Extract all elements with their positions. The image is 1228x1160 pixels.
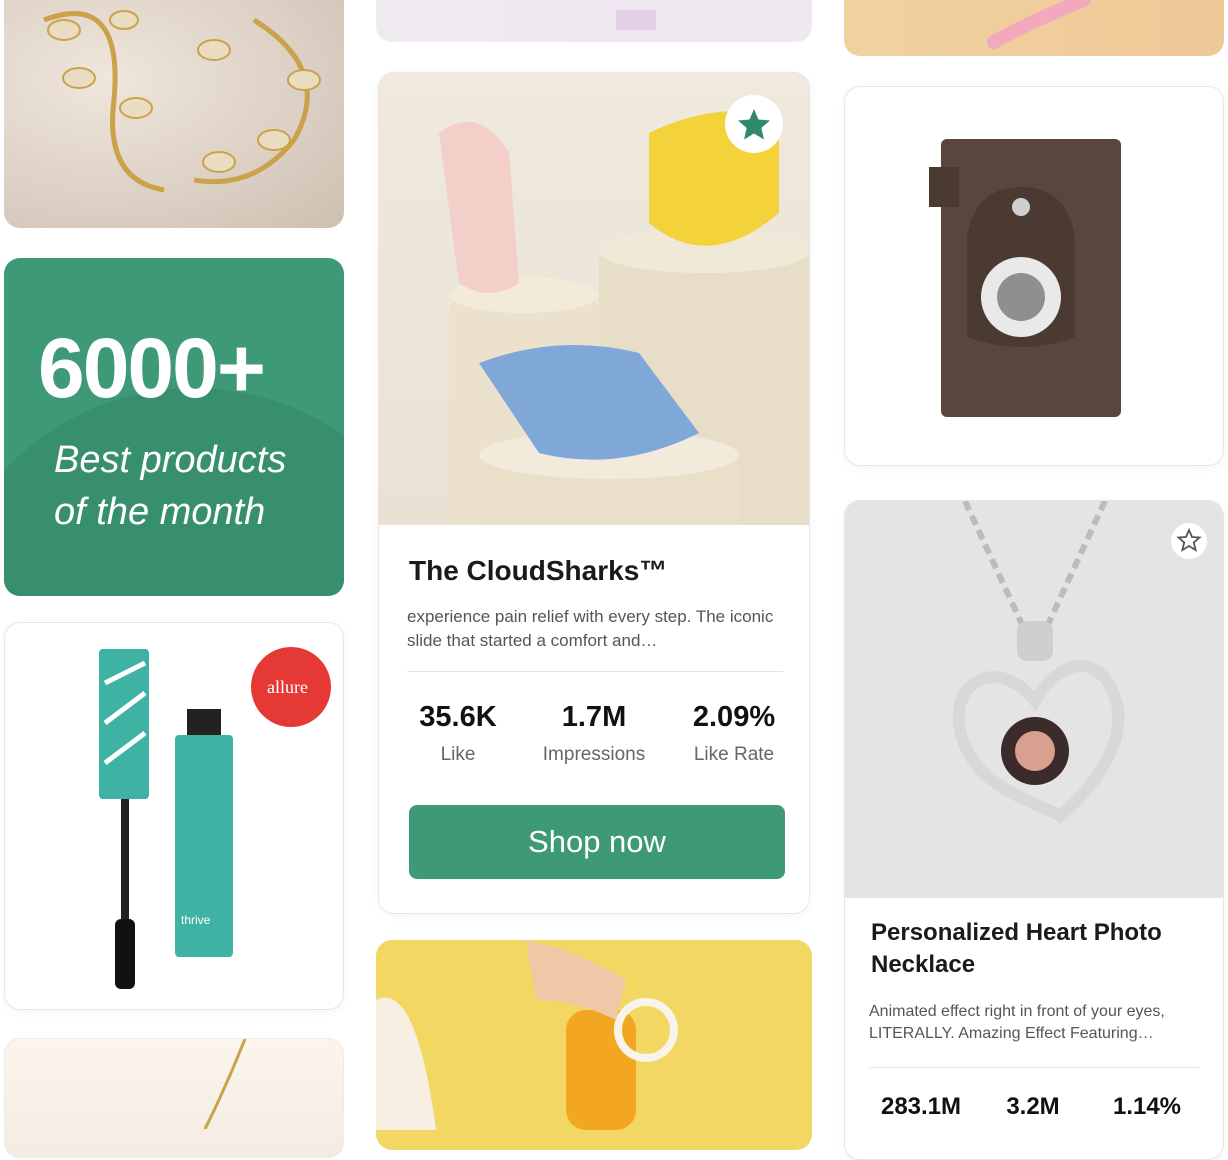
stat-label: Like Rate [693, 744, 775, 765]
stat-value: 3.2M [1006, 1093, 1060, 1120]
shop-now-button[interactable]: Shop now [409, 805, 785, 879]
featured-product-card[interactable]: The CloudSharks™ experience pain relief … [378, 72, 810, 914]
earrings-image [43, 10, 321, 193]
product-card-partial[interactable] [844, 0, 1224, 56]
stat-label: Like [440, 744, 476, 765]
product-title: The CloudSharks™ [409, 555, 668, 586]
stat-impressions: 1.7M Impressions [529, 701, 659, 766]
stat-value: 2.09% [692, 701, 776, 733]
promo-subline-2: of the month [54, 491, 266, 533]
stat-likes: 35.6K Like [407, 701, 509, 766]
product-card-mascara[interactable]: allure thrive [4, 622, 344, 1010]
mascara-brand: thrive [181, 913, 211, 927]
product-description: Animated effect right in front of your e… [869, 1003, 1165, 1042]
divider [869, 1067, 1199, 1068]
promo-subline: Best products of the month [54, 434, 334, 538]
star-outline-icon [1176, 527, 1202, 552]
stat-label: Impressions [542, 744, 646, 765]
favorite-button[interactable] [725, 95, 783, 153]
stat-value: 35.6K [419, 701, 497, 733]
allure-badge-text: allure [267, 677, 308, 697]
wallet-image [929, 139, 1121, 417]
product-card-partial[interactable] [4, 1038, 344, 1158]
product-card-wallet[interactable] [844, 86, 1224, 466]
stat-value: 1.7M [561, 701, 627, 733]
divider [407, 671, 783, 672]
necklace-image [845, 501, 1223, 898]
stat-like-rate: 2.09% Like Rate [679, 701, 789, 766]
product-card-partial[interactable] [376, 0, 812, 42]
promo-headline: 6000+ [38, 321, 266, 415]
product-title: Personalized Heart Photo Necklace [871, 919, 1162, 978]
necklace-illustration [952, 501, 1125, 824]
star-filled-icon [738, 109, 770, 140]
product-card-necklace[interactable]: Personalized Heart Photo Necklace Animat… [844, 500, 1224, 1160]
stat-value: 283.1M [880, 1093, 962, 1120]
promo-banner[interactable]: 6000+ Best products of the month [4, 258, 344, 596]
product-image-partial [616, 10, 656, 30]
product-image-partial [203, 1039, 247, 1130]
featured-product-image [379, 73, 809, 525]
product-image-partial [987, 0, 1091, 49]
stat-like-rate: 1.14% [1095, 1093, 1199, 1121]
product-card-earrings[interactable] [4, 0, 344, 228]
promo-subline-1: Best products [54, 439, 287, 481]
stat-value: 1.14% [1112, 1093, 1182, 1120]
stat-likes: 283.1M [869, 1093, 973, 1121]
product-card-juicer[interactable] [376, 940, 812, 1150]
stat-impressions: 3.2M [981, 1093, 1085, 1121]
favorite-button[interactable] [1171, 523, 1207, 559]
juicer-image [376, 940, 678, 1130]
product-description: experience pain relief with every step. … [407, 607, 774, 650]
